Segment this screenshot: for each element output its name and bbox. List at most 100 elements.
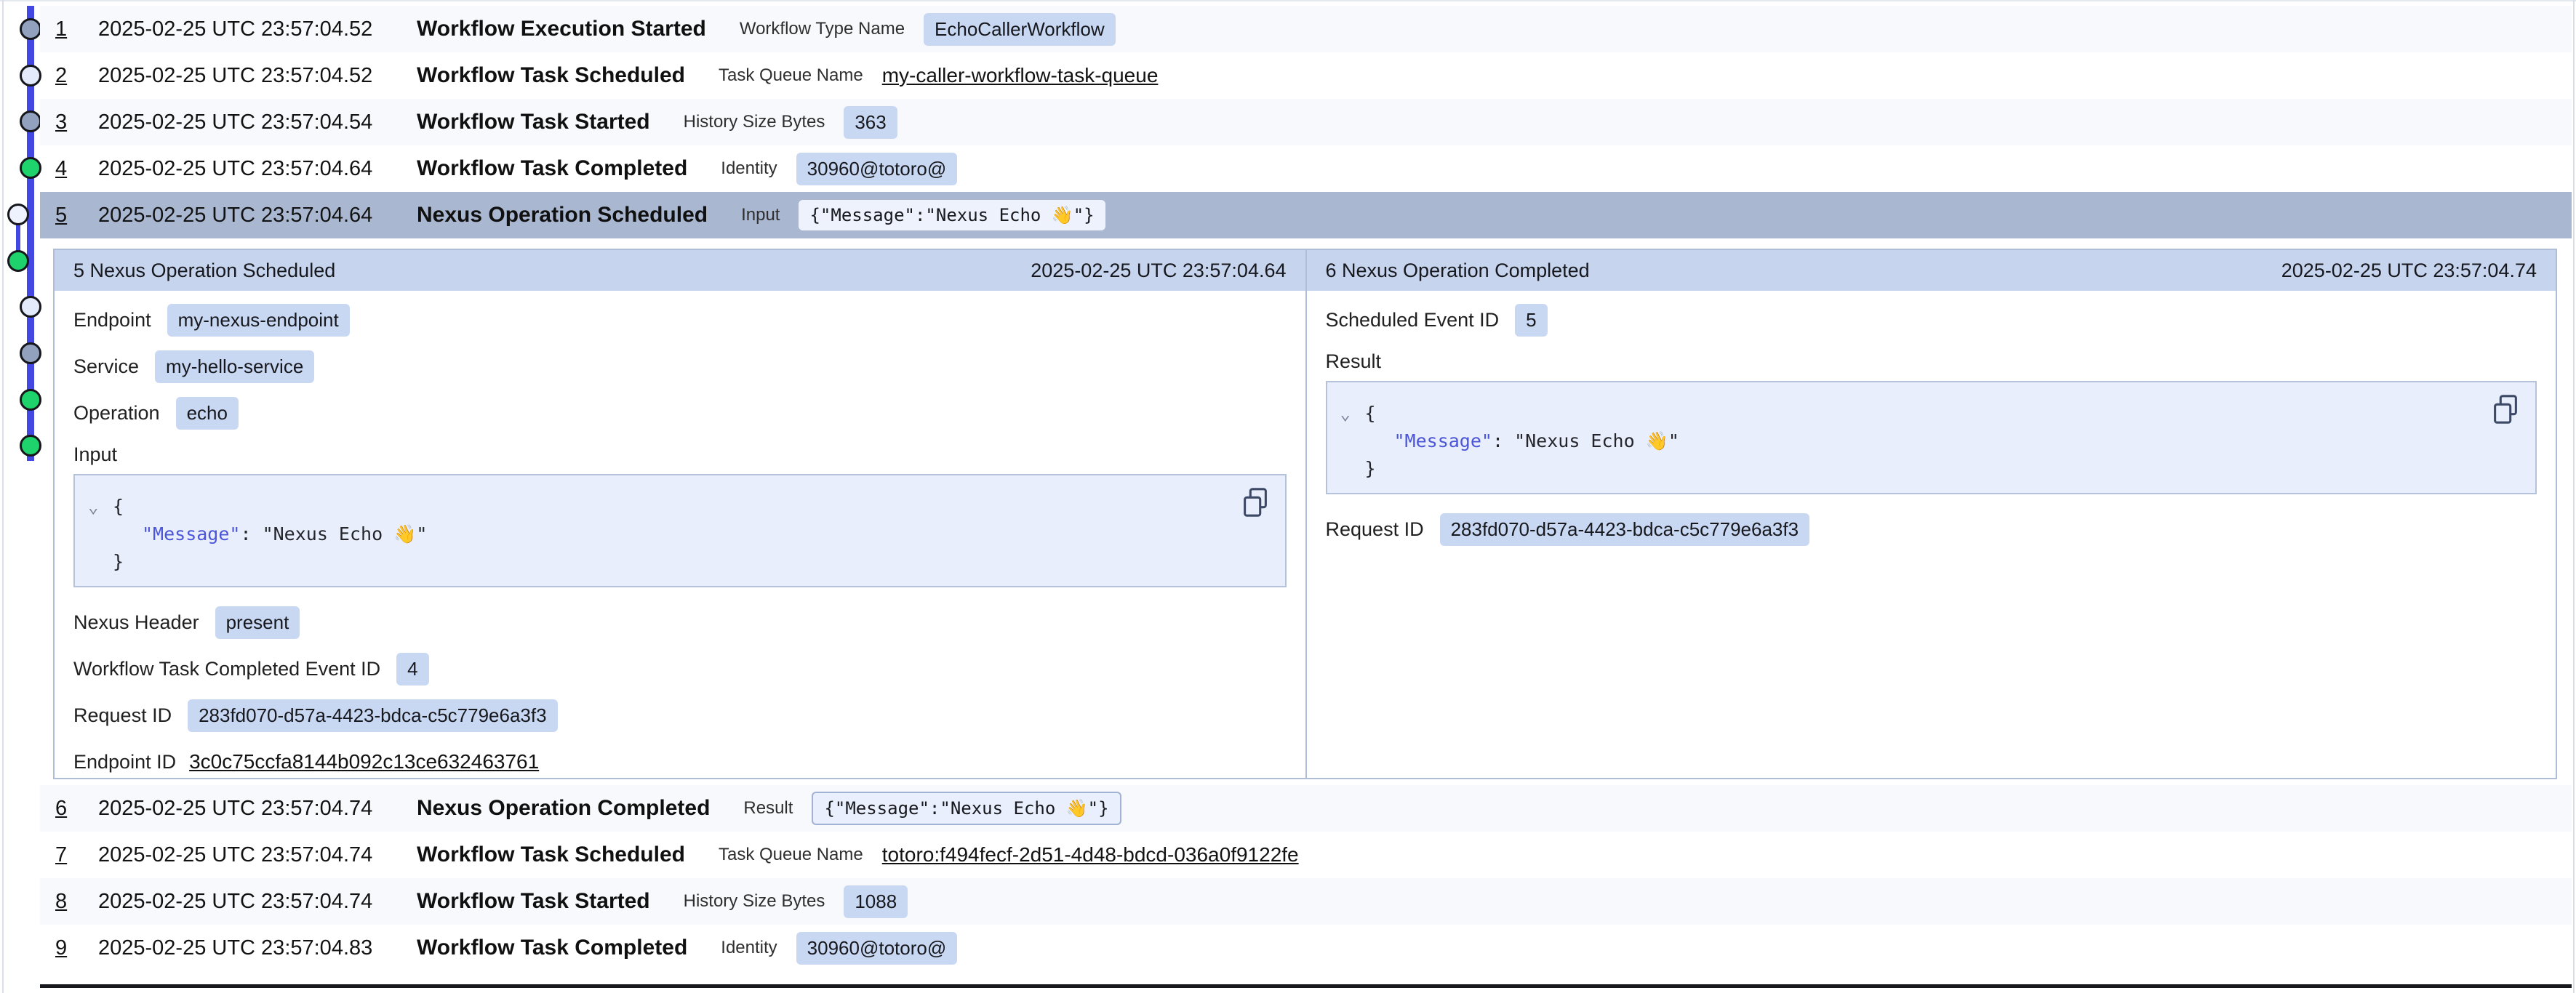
endpoint-id-field: Endpoint ID 3c0c75ccfa8144b092c13ce63246… xyxy=(73,744,1287,779)
timeline-dot-event-8[interactable] xyxy=(20,342,41,364)
history-size-badge: 363 xyxy=(844,106,897,139)
event-name: Workflow Task Completed xyxy=(417,156,687,181)
event-id-link[interactable]: 2 xyxy=(55,64,81,88)
event-field-label: History Size Bytes xyxy=(684,891,825,912)
workflow-history-page: 1 2025-02-25 UTC 23:57:04.52 Workflow Ex… xyxy=(0,0,2576,993)
detail-panel-scheduled: 5 Nexus Operation Scheduled 2025-02-25 U… xyxy=(55,250,1305,778)
event-name: Workflow Task Scheduled xyxy=(417,843,685,867)
event-row-5-selected[interactable]: 5 2025-02-25 UTC 23:57:04.64 Nexus Opera… xyxy=(40,192,2572,238)
detail-timestamp: 2025-02-25 UTC 23:57:04.74 xyxy=(2281,260,2537,282)
event-id-link[interactable]: 1 xyxy=(55,17,81,41)
event-row-3[interactable]: 3 2025-02-25 UTC 23:57:04.54 Workflow Ta… xyxy=(40,99,2572,145)
event-timestamp: 2025-02-25 UTC 23:57:04.74 xyxy=(98,797,417,821)
event-id-link[interactable]: 4 xyxy=(55,157,81,181)
timeline-dot-event-10[interactable] xyxy=(20,435,41,457)
event-id-link[interactable]: 9 xyxy=(55,936,81,960)
event-timestamp: 2025-02-25 UTC 23:57:04.52 xyxy=(98,17,417,41)
chevron-down-icon[interactable]: ⌄ xyxy=(88,493,98,520)
event-name: Nexus Operation Scheduled xyxy=(417,203,708,228)
event-row-6[interactable]: 6 2025-02-25 UTC 23:57:04.74 Nexus Opera… xyxy=(40,785,2572,832)
field-label: Workflow Task Completed Event ID xyxy=(73,658,380,680)
event-id-link[interactable]: 3 xyxy=(55,110,81,134)
event-row-8[interactable]: 8 2025-02-25 UTC 23:57:04.74 Workflow Ta… xyxy=(40,878,2572,925)
event-timestamp: 2025-02-25 UTC 23:57:04.54 xyxy=(98,110,417,134)
copy-icon[interactable] xyxy=(2489,393,2522,426)
timeline-dot-event-4[interactable] xyxy=(20,157,41,179)
event-timestamp: 2025-02-25 UTC 23:57:04.64 xyxy=(98,157,417,181)
event-row-2[interactable]: 2 2025-02-25 UTC 23:57:04.52 Workflow Ta… xyxy=(40,52,2572,99)
event-timestamp: 2025-02-25 UTC 23:57:04.74 xyxy=(98,890,417,914)
detail-panel-completed: 6 Nexus Operation Completed 2025-02-25 U… xyxy=(1305,250,2556,778)
workflow-type-badge: EchoCallerWorkflow xyxy=(924,13,1116,46)
event-row-1[interactable]: 1 2025-02-25 UTC 23:57:04.52 Workflow Ex… xyxy=(40,6,2572,52)
service-badge: my-hello-service xyxy=(155,350,314,383)
request-id-field: Request ID 283fd070-d57a-4423-bdca-c5c77… xyxy=(1326,512,2537,547)
event-id-link[interactable]: 7 xyxy=(55,843,81,867)
timeline-dot-event-2[interactable] xyxy=(20,65,41,87)
event-name: Workflow Task Started xyxy=(417,889,650,914)
event-timestamp: 2025-02-25 UTC 23:57:04.83 xyxy=(98,936,417,960)
json-close-brace: } xyxy=(75,548,1285,576)
timeline-dot-event-5[interactable] xyxy=(7,204,29,225)
event-row-4[interactable]: 4 2025-02-25 UTC 23:57:04.64 Workflow Ta… xyxy=(40,145,2572,192)
timeline-dot-event-9[interactable] xyxy=(20,389,41,411)
task-queue-link[interactable]: my-caller-workflow-task-queue xyxy=(882,64,1159,87)
input-label: Input xyxy=(73,442,1287,467)
operation-badge: echo xyxy=(176,397,239,430)
event-detail-panel: 5 Nexus Operation Scheduled 2025-02-25 U… xyxy=(53,249,2557,779)
result-payload-badge: {"Message":"Nexus Echo 👋"} xyxy=(812,792,1121,825)
copy-icon[interactable] xyxy=(1239,486,1272,519)
endpoint-id-link[interactable]: 3c0c75ccfa8144b092c13ce632463761 xyxy=(189,750,539,773)
detail-header-scheduled: 5 Nexus Operation Scheduled 2025-02-25 U… xyxy=(55,250,1305,291)
timeline-dot-event-7[interactable] xyxy=(20,296,41,318)
history-size-badge: 1088 xyxy=(844,885,908,918)
field-label: Service xyxy=(73,355,139,378)
operation-field: Operation echo xyxy=(73,395,1287,430)
json-key: "Message" xyxy=(142,523,240,544)
event-id-link[interactable]: 8 xyxy=(55,890,81,914)
identity-badge: 30960@totoro@ xyxy=(796,153,958,185)
timeline-dot-event-3[interactable] xyxy=(20,110,41,132)
page-top-border xyxy=(0,0,2576,1)
field-label: Operation xyxy=(73,402,160,425)
field-label: Nexus Header xyxy=(73,611,199,634)
json-message-line: "Message": "Nexus Echo 👋" xyxy=(75,520,1285,548)
input-payload-badge: {"Message":"Nexus Echo 👋"} xyxy=(799,200,1105,230)
json-value: : "Nexus Echo 👋" xyxy=(1492,430,1679,451)
event-field-label: Workflow Type Name xyxy=(740,19,905,39)
event-row-9[interactable]: 9 2025-02-25 UTC 23:57:04.83 Workflow Ta… xyxy=(40,925,2572,971)
json-value: : "Nexus Echo 👋" xyxy=(240,523,427,544)
timeline-dot-event-6[interactable] xyxy=(7,250,29,272)
event-name: Workflow Task Started xyxy=(417,110,650,134)
event-name: Workflow Execution Started xyxy=(417,17,706,41)
wtce-id-badge: 4 xyxy=(396,653,428,686)
next-row-top-border xyxy=(40,984,2572,988)
event-id-link[interactable]: 6 xyxy=(55,797,81,821)
event-timestamp: 2025-02-25 UTC 23:57:04.74 xyxy=(98,843,417,867)
field-label: Scheduled Event ID xyxy=(1326,309,1500,331)
workflow-task-completed-event-id-field: Workflow Task Completed Event ID 4 xyxy=(73,651,1287,686)
chevron-down-icon[interactable]: ⌄ xyxy=(1340,400,1351,427)
request-id-badge: 283fd070-d57a-4423-bdca-c5c779e6a3f3 xyxy=(1440,513,1810,546)
service-field: Service my-hello-service xyxy=(73,349,1287,384)
json-close-brace: } xyxy=(1327,455,2536,483)
json-open-brace: { xyxy=(1327,400,2536,427)
scheduled-event-id-field: Scheduled Event ID 5 xyxy=(1326,302,2537,337)
identity-badge: 30960@totoro@ xyxy=(796,932,958,965)
event-timestamp: 2025-02-25 UTC 23:57:04.64 xyxy=(98,204,417,228)
detail-title: 6 Nexus Operation Completed xyxy=(1326,260,1590,282)
task-queue-link[interactable]: totoro:f494fecf-2d51-4d48-bdcd-036a0f912… xyxy=(882,843,1299,866)
event-name: Workflow Task Completed xyxy=(417,936,687,960)
timeline-dot-event-1[interactable] xyxy=(20,18,41,40)
detail-title: 5 Nexus Operation Scheduled xyxy=(73,260,335,282)
request-id-field: Request ID 283fd070-d57a-4423-bdca-c5c77… xyxy=(73,698,1287,733)
event-name: Workflow Task Scheduled xyxy=(417,63,685,88)
field-label: Endpoint ID xyxy=(73,751,176,773)
page-right-border xyxy=(2573,0,2575,993)
detail-timestamp: 2025-02-25 UTC 23:57:04.64 xyxy=(1031,260,1286,282)
event-field-label: Input xyxy=(741,205,780,225)
event-row-7[interactable]: 7 2025-02-25 UTC 23:57:04.74 Workflow Ta… xyxy=(40,832,2572,878)
event-field-label: Task Queue Name xyxy=(719,65,863,86)
event-id-link[interactable]: 5 xyxy=(55,204,81,228)
event-timestamp: 2025-02-25 UTC 23:57:04.52 xyxy=(98,64,417,88)
